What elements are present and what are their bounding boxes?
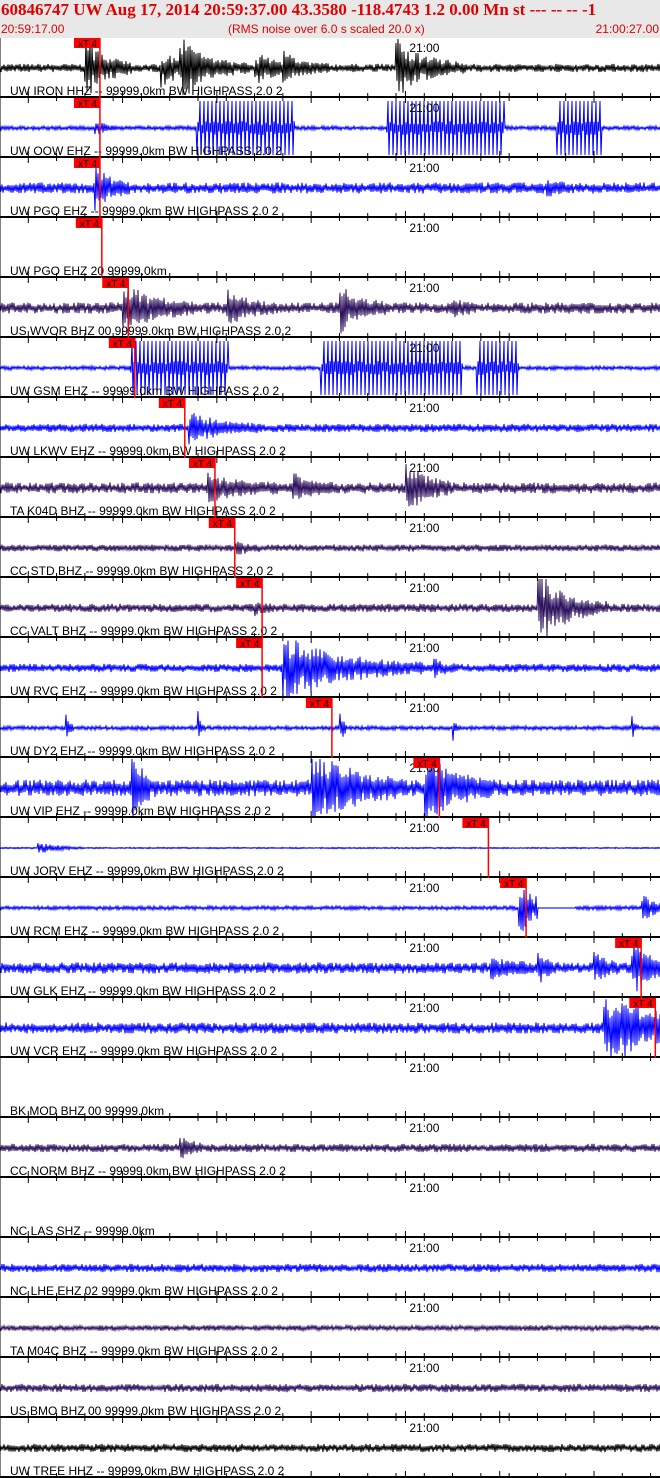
seismogram-plot: 21:00 UW IRON HHZ -- 99999.0km BW HIGHPAS… [0, 38, 660, 1478]
waveform-trace [0, 463, 660, 507]
x-tick-label: 21:00 [409, 521, 439, 535]
trace-label: UW TREE HHZ -- 99999.0km BW HIGHPASS 2.0… [10, 1464, 285, 1478]
trace-label: US WVOR BHZ 00 99999.0km BW HIGHPASS 2.0… [10, 324, 292, 338]
waveform-trace [0, 541, 660, 555]
waveform-trace [0, 1383, 660, 1393]
waveform-trace [0, 413, 660, 445]
x-tick-label: 21:00 [409, 1121, 439, 1135]
x-tick-label: 21:00 [409, 1001, 439, 1015]
x-tick-label: 21:00 [409, 1061, 439, 1075]
x-tick-label: 21:00 [409, 461, 439, 475]
scaling-note: (RMS noise over 6.0 s scaled 20.0 x) [228, 22, 425, 36]
trace-label: UW DY2 EHZ -- 99999.0km BW HIGHPASS 2.0 … [10, 744, 276, 758]
trace-label: UW JORV EHZ -- 99999.0km BW HIGHPASS 2.0… [10, 864, 284, 878]
trace-label: UW VCR EHZ -- 99999.0km BW HIGHPASS 2.0 … [10, 1044, 278, 1058]
pick-label: xT 4 [504, 879, 524, 890]
trace-label: UW GLK EHZ -- 99999.0km BW HIGHPASS 2.0 … [10, 984, 276, 998]
pick-label: xT 4 [240, 579, 260, 590]
pick-label: xT 4 [619, 939, 639, 950]
pick-label: xT 4 [193, 459, 213, 470]
x-tick-label: 21:00 [409, 221, 439, 235]
trace-label: TA M04C BHZ -- 99999.0km BW HIGHPASS 2.0… [10, 1344, 278, 1358]
start-time: 20:59:17.00 [1, 22, 65, 36]
waveform-trace [0, 1263, 660, 1273]
end-time: 21:00:27.00 [595, 22, 659, 36]
trace-label: UW LKWV EHZ -- 99999.0km BW HIGHPASS 2.0… [10, 444, 286, 458]
trace-label: NC LHE EHZ 02 99999.0km BW HIGHPASS 2.0 … [10, 1284, 278, 1298]
header: 60846747 UW Aug 17, 2014 20:59:37.00 43.… [0, 0, 660, 38]
trace-label: CC VALT BHZ -- 99999.0km BW HIGHPASS 2.0… [10, 624, 278, 638]
pick-label: xT 4 [417, 759, 437, 770]
x-tick-label: 21:00 [409, 1421, 439, 1435]
pick-label: xT 4 [80, 219, 100, 230]
trace-label: UW IRON HHZ -- 99999.0km BW HIGHPASS 2.0… [10, 84, 283, 98]
trace-label: CC STD BHZ -- 99999.0km BW HIGHPASS 2.0 … [10, 564, 274, 578]
waveform-trace [0, 843, 660, 853]
x-tick-label: 21:00 [409, 341, 439, 355]
trace-label: BK MOD BHZ 00 99999.0km [10, 1104, 164, 1118]
x-tick-label: 21:00 [409, 581, 439, 595]
trace-label: UW PGO EHZ -- 99999.0km BW HIGHPASS 2.0 … [10, 204, 279, 218]
pick-label: xT 4 [240, 639, 260, 650]
waveform-trace [0, 711, 660, 741]
pick-label: xT 4 [78, 39, 98, 50]
pick-label: xT 4 [213, 519, 233, 530]
trace-label: CC NORM BHZ -- 99999.0km BW HIGHPASS 2.0… [10, 1164, 286, 1178]
trace-label: UW RCM EHZ -- 99999.0km BW HIGHPASS 2.0 … [10, 924, 279, 938]
x-tick-label: 21:00 [409, 881, 439, 895]
x-tick-label: 21:00 [409, 641, 439, 655]
trace-label: US BMO BHZ 00 99999.0km BW HIGHPASS 2.0 … [10, 1404, 282, 1418]
trace-label: UW PGO EHZ 20 99999.0km [10, 264, 167, 278]
x-tick-label: 21:00 [409, 41, 439, 55]
trace-label: UW GSM EHZ -- 99999.0km BW HIGHPASS 2.0 … [10, 384, 280, 398]
pick-label: xT 4 [78, 159, 98, 170]
x-tick-label: 21:00 [409, 281, 439, 295]
waveform-trace [0, 1443, 660, 1453]
x-tick-label: 21:00 [409, 161, 439, 175]
x-tick-label: 21:00 [409, 401, 439, 415]
x-tick-label: 21:00 [409, 1301, 439, 1315]
x-tick-label: 21:00 [409, 101, 439, 115]
pick-label: xT 4 [633, 999, 653, 1010]
x-tick-label: 21:00 [409, 821, 439, 835]
pick-label: xT 4 [78, 99, 98, 110]
pick-label: xT 4 [310, 699, 330, 710]
x-tick-label: 21:00 [409, 1241, 439, 1255]
trace-label: UW VIP EHZ -- 99999.0km BW HIGHPASS 2.0 … [10, 804, 271, 818]
pick-label: xT 4 [466, 819, 486, 830]
waveform-trace [0, 1138, 660, 1159]
x-tick-label: 21:00 [409, 701, 439, 715]
trace-label: UW RVC EHZ -- 99999.0km BW HIGHPASS 2.0 … [10, 684, 277, 698]
trace-label: NC LAS SHZ -- 99999.0km [10, 1224, 155, 1238]
pick-label: xT 4 [106, 279, 126, 290]
trace-label: UW OOW EHZ -- 99999.0km BW HIGHPASS 2.0 … [10, 144, 282, 158]
x-tick-label: 21:00 [409, 941, 439, 955]
event-title: 60846747 UW Aug 17, 2014 20:59:37.00 43.… [1, 0, 597, 19]
x-tick-label: 21:00 [409, 1361, 439, 1375]
waveform-trace [0, 1323, 660, 1333]
x-tick-label: 21:00 [409, 1181, 439, 1195]
pick-label: xT 4 [163, 399, 183, 410]
pick-label: xT 4 [113, 339, 133, 350]
trace-label: TA K04D BHZ -- 99999.0km BW HIGHPASS 2.0… [10, 504, 276, 518]
